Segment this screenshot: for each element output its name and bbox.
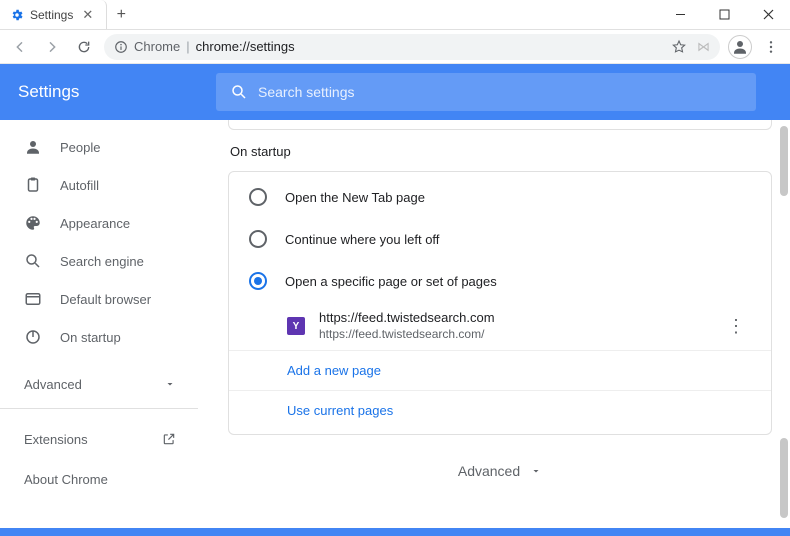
sidebar: People Autofill Appearance Search engine…	[0, 120, 198, 528]
bookmark-star-icon[interactable]	[671, 39, 687, 55]
radio-label: Open a specific page or set of pages	[285, 274, 497, 289]
sidebar-item-label: Search engine	[60, 254, 144, 269]
address-separator: |	[186, 39, 189, 54]
settings-header: Settings	[0, 64, 790, 120]
site-info-icon[interactable]	[114, 40, 128, 54]
address-path: chrome://settings	[196, 39, 295, 54]
main-content: On startup Open the New Tab page Continu…	[198, 120, 790, 528]
divider	[0, 408, 198, 409]
startup-card: Open the New Tab page Continue where you…	[228, 171, 772, 435]
page-title: Settings	[18, 82, 198, 102]
profile-avatar[interactable]	[728, 35, 752, 59]
sidebar-extensions-label: Extensions	[24, 432, 88, 447]
sidebar-advanced[interactable]: Advanced	[0, 364, 198, 404]
external-link-icon	[162, 432, 176, 446]
window-footer-accent	[0, 528, 790, 536]
advanced-label: Advanced	[458, 463, 520, 479]
omnibox[interactable]: Chrome | chrome://settings ⋈	[104, 34, 720, 60]
page-favicon: Y	[287, 317, 305, 335]
power-icon	[24, 328, 42, 346]
close-tab-icon[interactable]: ✕	[79, 7, 96, 23]
radio-option-new-tab[interactable]: Open the New Tab page	[229, 176, 771, 218]
advanced-expander[interactable]: Advanced	[228, 463, 772, 479]
clipboard-icon	[24, 176, 42, 194]
chevron-down-icon	[164, 378, 176, 390]
sidebar-extensions[interactable]: Extensions	[0, 419, 198, 459]
radio-label: Open the New Tab page	[285, 190, 425, 205]
maximize-button[interactable]	[702, 0, 746, 29]
menu-kebab-icon[interactable]	[760, 36, 782, 58]
sidebar-item-label: Autofill	[60, 178, 99, 193]
sidebar-about-label: About Chrome	[24, 472, 108, 487]
scrollbar-thumb[interactable]	[780, 438, 788, 518]
reload-button[interactable]	[72, 35, 96, 59]
sidebar-item-label: Appearance	[60, 216, 130, 231]
startup-page-row: Y https://feed.twistedsearch.com https:/…	[229, 302, 771, 350]
chevron-down-icon	[530, 465, 542, 477]
sidebar-about[interactable]: About Chrome	[0, 459, 198, 499]
scrollbar-thumb[interactable]	[780, 126, 788, 196]
butterfly-icon[interactable]: ⋈	[697, 39, 710, 55]
radio-label: Continue where you left off	[285, 232, 439, 247]
address-host: Chrome	[134, 39, 180, 54]
use-current-pages-link[interactable]: Use current pages	[229, 390, 771, 430]
sidebar-item-people[interactable]: People	[0, 128, 198, 166]
address-bar: Chrome | chrome://settings ⋈	[0, 30, 790, 64]
gear-icon	[10, 8, 24, 22]
sidebar-advanced-label: Advanced	[24, 377, 82, 392]
sidebar-item-autofill[interactable]: Autofill	[0, 166, 198, 204]
sidebar-item-on-startup[interactable]: On startup	[0, 318, 198, 356]
sidebar-item-label: On startup	[60, 330, 121, 345]
radio-icon[interactable]	[249, 272, 267, 290]
palette-icon	[24, 214, 42, 232]
minimize-button[interactable]	[658, 0, 702, 29]
sidebar-item-search-engine[interactable]: Search engine	[0, 242, 198, 280]
close-window-button[interactable]	[746, 0, 790, 29]
sidebar-item-label: Default browser	[60, 292, 151, 307]
radio-icon[interactable]	[249, 230, 267, 248]
page-title-text: https://feed.twistedsearch.com	[319, 310, 495, 327]
search-icon	[24, 252, 42, 270]
sidebar-item-appearance[interactable]: Appearance	[0, 204, 198, 242]
search-input[interactable]	[258, 84, 742, 100]
person-icon	[24, 138, 42, 156]
radio-option-continue[interactable]: Continue where you left off	[229, 218, 771, 260]
browser-icon	[24, 290, 42, 308]
sidebar-item-default-browser[interactable]: Default browser	[0, 280, 198, 318]
window-controls	[658, 0, 790, 29]
previous-card-edge	[228, 120, 772, 130]
search-settings[interactable]	[216, 73, 756, 111]
back-button[interactable]	[8, 35, 32, 59]
new-tab-button[interactable]: +	[107, 0, 135, 29]
tab-title: Settings	[30, 8, 73, 22]
search-icon	[230, 83, 248, 101]
radio-option-specific-pages[interactable]: Open a specific page or set of pages	[229, 260, 771, 302]
page-actions-kebab-icon[interactable]: ⋮	[721, 316, 751, 337]
browser-tab[interactable]: Settings ✕	[0, 0, 107, 29]
window-titlebar: Settings ✕ +	[0, 0, 790, 30]
add-page-link[interactable]: Add a new page	[229, 350, 771, 390]
section-title: On startup	[230, 144, 770, 159]
page-url-text: https://feed.twistedsearch.com/	[319, 327, 495, 343]
forward-button[interactable]	[40, 35, 64, 59]
radio-icon[interactable]	[249, 188, 267, 206]
sidebar-item-label: People	[60, 140, 100, 155]
